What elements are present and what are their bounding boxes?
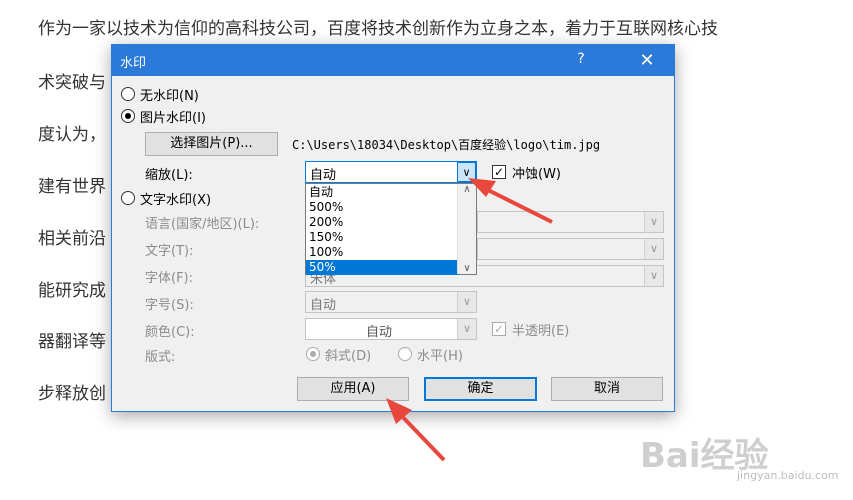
arrow-to-scale-dropdown (468, 178, 553, 224)
arrow-to-apply-button (386, 398, 446, 462)
annotation-arrows (386, 178, 553, 462)
watermark-url: jingyan.baidu.com (737, 469, 839, 482)
